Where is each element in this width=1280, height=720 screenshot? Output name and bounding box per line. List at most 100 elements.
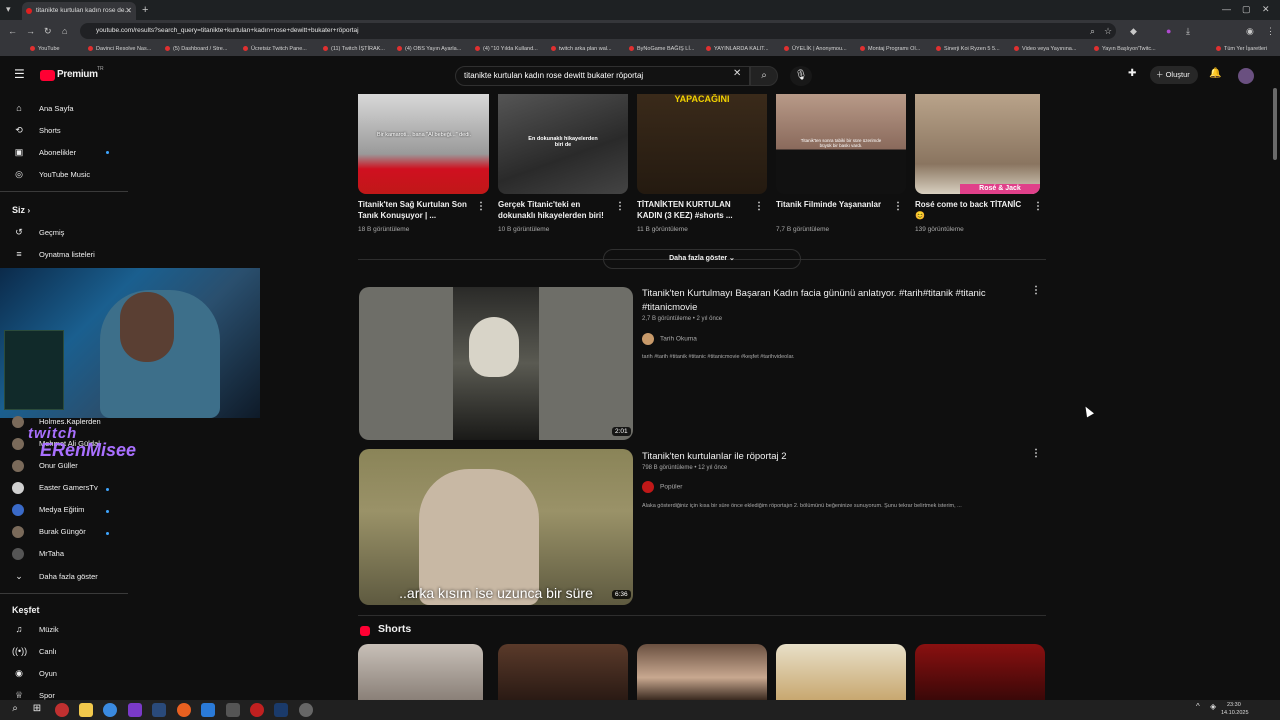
- sidebar-item-playlists[interactable]: ≡ Oynatma listeleri: [12, 244, 95, 264]
- channel-link[interactable]: Popüler: [642, 481, 682, 493]
- bookmark-star-icon[interactable]: ☆: [1104, 20, 1112, 42]
- video-title[interactable]: Titanik Filminde Yaşananlar: [776, 199, 888, 210]
- sidebar-item-history[interactable]: ↺ Geçmiş: [12, 222, 64, 242]
- bookmark-item[interactable]: (5) Dashboard / Stre...: [165, 42, 227, 56]
- close-tab-icon[interactable]: ✕: [125, 2, 132, 20]
- video-thumbnail[interactable]: En dokunaklı hikayelerden biri de: [498, 94, 628, 194]
- more-options-icon[interactable]: ⋮: [615, 201, 625, 212]
- bookmark-item[interactable]: Yayın Başlıyor/Twitc...: [1094, 42, 1156, 56]
- sidebar-show-more[interactable]: ⌄ Daha fazla göster: [12, 566, 98, 586]
- extension-icon[interactable]: ◆: [1130, 20, 1137, 42]
- video-thumbnail[interactable]: YAPACAĞINI: [637, 94, 767, 194]
- browser-menu-icon[interactable]: ⋮: [1266, 20, 1275, 42]
- search-button[interactable]: ⌕: [750, 66, 778, 86]
- show-more-button[interactable]: Daha fazla göster ⌄: [603, 249, 801, 269]
- clock-time[interactable]: 23:30: [1227, 702, 1241, 708]
- sidebar-item-home[interactable]: ⌂ Ana Sayfa: [12, 98, 73, 118]
- forward-icon[interactable]: →: [26, 20, 35, 42]
- chrome-icon[interactable]: [103, 703, 117, 717]
- create-button[interactable]: ＋ Oluştur: [1150, 66, 1198, 84]
- minimize-icon[interactable]: —: [1222, 0, 1231, 20]
- short-thumbnail[interactable]: [498, 644, 628, 700]
- short-thumbnail[interactable]: [776, 644, 906, 700]
- youtube-premium-logo[interactable]: Premium: [57, 69, 98, 80]
- video-title[interactable]: Rosé come to back TİTANİC😊: [915, 199, 1027, 221]
- bookmark-item[interactable]: Ücretsiz Twitch Pane...: [243, 42, 307, 56]
- steam-icon[interactable]: [274, 703, 288, 717]
- file-explorer-icon[interactable]: [79, 703, 93, 717]
- short-thumbnail[interactable]: [915, 644, 1045, 700]
- bookmark-item[interactable]: Davinci Resolve Nas...: [88, 42, 151, 56]
- video-thumbnail[interactable]: Titanik'ten sonra tabiki bir süre üzerim…: [776, 94, 906, 194]
- all-bookmarks-item[interactable]: Tüm Yer İşaretleri: [1216, 42, 1267, 56]
- sidebar-item-subscriptions[interactable]: ▣ Abonelikler: [12, 142, 76, 162]
- close-window-icon[interactable]: ✕: [1262, 0, 1270, 20]
- app-icon[interactable]: [201, 703, 215, 717]
- firefox-icon[interactable]: [177, 703, 191, 717]
- app-icon[interactable]: [128, 703, 142, 717]
- sidebar-item-shorts[interactable]: ⟲ Shorts: [12, 120, 60, 140]
- reload-icon[interactable]: ↻: [44, 20, 52, 42]
- account-avatar[interactable]: [1238, 68, 1254, 84]
- video-title[interactable]: Titanik'ten Sağ Kurtulan Son Tanık Konuş…: [358, 199, 468, 221]
- cast-icon[interactable]: ✚: [1128, 68, 1136, 79]
- more-options-icon[interactable]: ⋮: [754, 201, 764, 212]
- notifications-bell-icon[interactable]: 🔔: [1209, 68, 1221, 79]
- search-input[interactable]: titanikte kurtulan kadın rose dewitt buk…: [455, 66, 750, 86]
- more-options-icon[interactable]: ⋮: [1033, 201, 1043, 212]
- video-thumbnail[interactable]: ..arka kısım ise uzunca bir süre: [359, 449, 633, 605]
- youtube-logo-icon[interactable]: [40, 70, 55, 81]
- sidebar-item-live[interactable]: ((•)) Canlı: [12, 641, 57, 661]
- bookmark-item[interactable]: twitch arka plan wal...: [551, 42, 612, 56]
- you-section-header[interactable]: Siz ›: [12, 205, 30, 215]
- subscription-item[interactable]: Onur Güller: [12, 456, 78, 476]
- bookmark-item[interactable]: (11) Twitch İŞTİRAK...: [323, 42, 385, 56]
- address-bar[interactable]: youtube.com/results?search_query=titanik…: [80, 23, 1116, 39]
- more-options-icon[interactable]: ⋮: [893, 201, 903, 212]
- search-icon[interactable]: ⌕: [8, 703, 22, 717]
- video-title[interactable]: Gerçek Titanic'teki en dokunaklı hikayel…: [498, 199, 612, 221]
- video-thumbnail[interactable]: Rosé & Jack: [915, 94, 1040, 194]
- opera-icon[interactable]: [250, 703, 264, 717]
- short-thumbnail[interactable]: [358, 644, 483, 700]
- tab-menu-icon[interactable]: ▾: [6, 0, 11, 20]
- app-icon[interactable]: [152, 703, 166, 717]
- bookmark-item[interactable]: (4) OBS Yayın Ayarla...: [397, 42, 461, 56]
- task-view-icon[interactable]: ⊞: [30, 703, 44, 717]
- maximize-icon[interactable]: ▢: [1242, 0, 1251, 20]
- back-icon[interactable]: ←: [8, 20, 17, 42]
- voice-search-button[interactable]: 🎙: [790, 66, 812, 86]
- video-title[interactable]: Titanik'ten kurtulanlar ile röportaj 2: [642, 450, 1026, 464]
- sidebar-item-gaming[interactable]: ◉ Oyun: [12, 663, 57, 683]
- app-icon[interactable]: [226, 703, 240, 717]
- subscription-item[interactable]: MrTaha: [12, 544, 64, 564]
- clear-search-icon[interactable]: ✕: [733, 68, 741, 79]
- channel-link[interactable]: Tarih Okuma: [642, 333, 697, 345]
- subscription-item[interactable]: Medya Eğitim: [12, 500, 84, 520]
- bookmark-item[interactable]: Video veya Yayınına...: [1014, 42, 1076, 56]
- profile-avatar-icon[interactable]: ◉: [1246, 20, 1254, 42]
- hamburger-menu-icon[interactable]: ☰: [14, 67, 25, 81]
- bookmark-item[interactable]: ÜYELİK | Anonymou...: [784, 42, 847, 56]
- new-tab-icon[interactable]: +: [142, 0, 148, 21]
- browser-tab-youtube[interactable]: titanikte kurtulan kadın rose de... ✕: [22, 2, 136, 20]
- video-title[interactable]: TİTANİKTEN KURTULAN KADIN (3 KEZ) #short…: [637, 199, 749, 221]
- obs-icon[interactable]: [299, 703, 313, 717]
- page-scrollbar-thumb[interactable]: [1273, 88, 1277, 160]
- more-options-icon[interactable]: ⋮: [1031, 285, 1041, 296]
- app-icon[interactable]: [55, 703, 69, 717]
- bookmark-item[interactable]: ByNoGame BAĞIŞ Lİ...: [629, 42, 694, 56]
- zoom-icon[interactable]: ⌕: [1090, 20, 1095, 42]
- sidebar-item-music[interactable]: ♫ Müzik: [12, 619, 59, 639]
- more-options-icon[interactable]: ⋮: [476, 201, 486, 212]
- short-thumbnail[interactable]: [637, 644, 767, 700]
- home-icon[interactable]: ⌂: [62, 20, 67, 42]
- download-icon[interactable]: ⤓: [1186, 20, 1190, 42]
- bookmark-item[interactable]: Sinerji Koi Ryzen 5 5...: [936, 42, 1000, 56]
- bookmark-item[interactable]: YouTube: [30, 42, 60, 56]
- extension-purple-icon[interactable]: ●: [1166, 20, 1171, 42]
- bookmark-item[interactable]: Montaj Programı Ol...: [860, 42, 920, 56]
- video-title[interactable]: Titanik'ten Kurtulmayı Başaran Kadın fac…: [642, 287, 1026, 315]
- bookmark-item[interactable]: (4) "10 Yılda Kulland...: [475, 42, 538, 56]
- clock-date[interactable]: 14.10.2025: [1221, 710, 1249, 716]
